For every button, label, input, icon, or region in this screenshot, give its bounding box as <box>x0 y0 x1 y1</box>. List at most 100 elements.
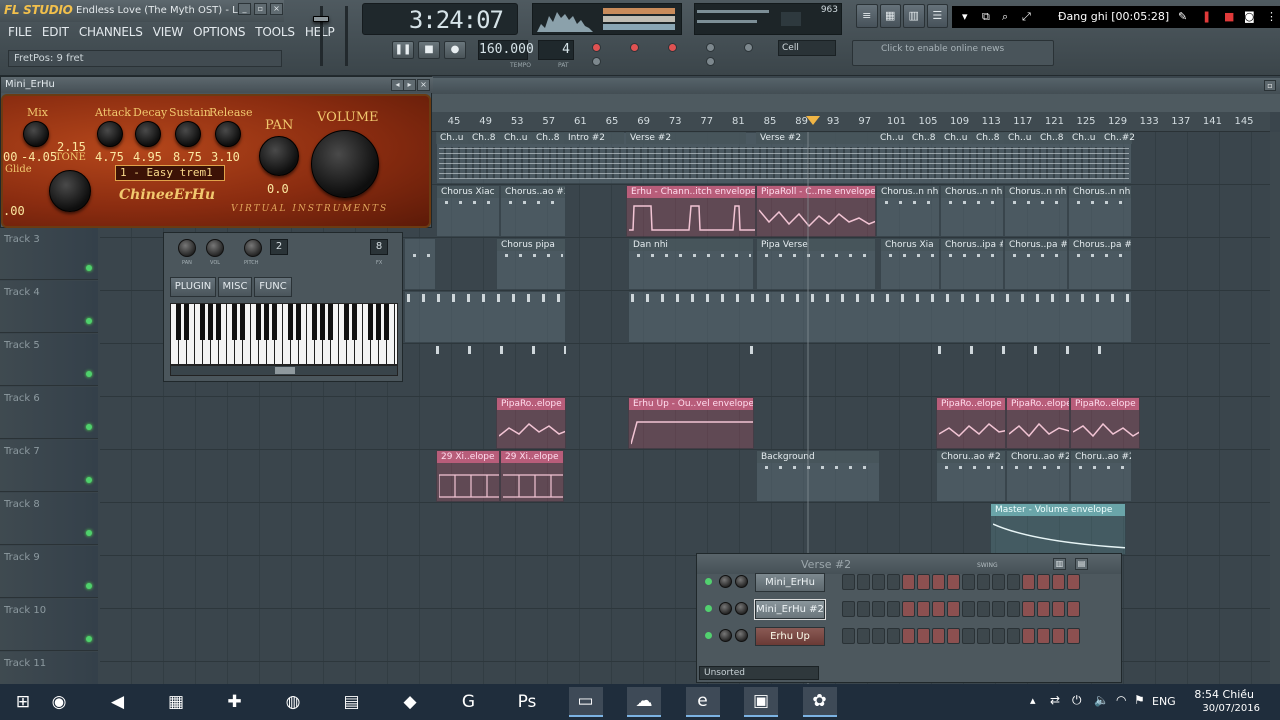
step-button[interactable] <box>1022 601 1035 617</box>
step-button[interactable] <box>977 628 990 644</box>
step-button[interactable] <box>1037 601 1050 617</box>
audio-icon[interactable]: ◀ <box>101 687 135 717</box>
channel-pan-knob[interactable] <box>719 602 732 615</box>
clip-29xi-envelope-2[interactable]: 29 Xi..elope <box>500 450 564 502</box>
photoshop-icon[interactable]: Ps <box>510 687 544 717</box>
black-key[interactable] <box>296 304 301 340</box>
track-mute-led[interactable] <box>86 583 92 589</box>
globe-icon[interactable]: ◍ <box>276 687 310 717</box>
black-key[interactable] <box>184 304 189 340</box>
track-header[interactable]: Track 5 <box>0 334 98 386</box>
step-button[interactable] <box>917 628 930 644</box>
power-icon[interactable]: ⏻ <box>1072 693 1082 708</box>
track-header[interactable]: Track 4 <box>0 281 98 333</box>
step-button[interactable] <box>992 628 1005 644</box>
step-button[interactable] <box>947 628 960 644</box>
track-header[interactable]: Track 6 <box>0 387 98 439</box>
menu-tools[interactable]: TOOLS <box>255 25 295 45</box>
fullscreen-icon[interactable]: ⤢ <box>1022 10 1031 24</box>
black-key[interactable] <box>264 304 269 340</box>
track-mute-led[interactable] <box>86 265 92 271</box>
step-button[interactable] <box>842 574 855 590</box>
clip-piparo-envelope-3[interactable]: PipaRo..elope <box>1006 397 1070 449</box>
online-news[interactable]: Click to enable online news <box>852 40 1054 66</box>
step-button[interactable] <box>932 574 945 590</box>
clip-pipa-verse[interactable]: Pipa Verse <box>756 238 876 290</box>
step-button[interactable] <box>947 601 960 617</box>
step-button[interactable] <box>1067 628 1080 644</box>
volume-knob-small[interactable] <box>206 239 224 257</box>
clip-chorus-ipa-2[interactable]: Chorus..ipa #2 <box>940 238 1004 290</box>
clip-dan-nhi[interactable]: Dan nhi <box>628 238 754 290</box>
camtasia-icon[interactable]: ◆ <box>393 687 427 717</box>
song-position-display[interactable]: 3:24:07 <box>362 3 518 35</box>
graph-editor-icon[interactable]: ▥ <box>1053 558 1066 570</box>
range-field[interactable]: 2 <box>270 239 288 255</box>
snap-select[interactable]: Cell <box>778 40 836 56</box>
language-indicator[interactable]: ENG <box>1152 695 1176 708</box>
step-button[interactable] <box>1052 574 1065 590</box>
clip-piparo-envelope-4[interactable]: PipaRo..elope <box>1070 397 1140 449</box>
channel-pan-knob[interactable] <box>719 629 732 642</box>
black-key[interactable] <box>368 304 373 340</box>
clip-ch-2-end[interactable]: Ch..#2 <box>1100 132 1135 144</box>
channel-vol-knob[interactable] <box>735 629 748 642</box>
step-button[interactable] <box>857 574 870 590</box>
tempo-field[interactable]: 160.000 <box>478 40 534 60</box>
search-icon[interactable]: ⌕ <box>1002 10 1008 24</box>
scroll-thumb[interactable] <box>275 367 295 374</box>
tab-func[interactable]: FUNC <box>254 277 292 297</box>
tab-plugin[interactable]: PLUGIN <box>170 277 216 297</box>
black-key[interactable] <box>216 304 221 340</box>
step-button[interactable] <box>977 574 990 590</box>
clip-perc-c[interactable] <box>936 344 1132 396</box>
metronome-toggle[interactable] <box>744 43 753 52</box>
step-button[interactable] <box>902 601 915 617</box>
black-key[interactable] <box>240 304 245 340</box>
playlist-vertical-scrollbar[interactable] <box>1270 132 1280 684</box>
track-header[interactable]: Track 8 <box>0 493 98 545</box>
volume-knob[interactable] <box>311 130 379 198</box>
channel-pan-knob[interactable] <box>719 575 732 588</box>
clip-small-marker[interactable] <box>872 397 884 449</box>
flash-icon[interactable]: ▦ <box>159 687 193 717</box>
master-pitch-slider[interactable] <box>338 4 354 68</box>
clip-chorus-n-nhi-2[interactable]: Chorus..n nhi <box>940 185 1004 237</box>
clip-29xi-envelope-1[interactable]: 29 Xi..elope <box>436 450 500 502</box>
step-button[interactable] <box>887 628 900 644</box>
step-button[interactable] <box>917 574 930 590</box>
step-button[interactable] <box>932 601 945 617</box>
step-button[interactable] <box>992 574 1005 590</box>
step-button[interactable] <box>1067 574 1080 590</box>
channel-led[interactable] <box>705 605 712 612</box>
channel-led[interactable] <box>705 632 712 639</box>
pause-record-icon[interactable]: ❚ <box>1202 10 1211 23</box>
menu-options[interactable]: OPTIONS <box>193 25 245 45</box>
step-button[interactable] <box>842 628 855 644</box>
step-sequencer-icon[interactable]: ▦ <box>879 4 901 28</box>
typing-keyboard-toggle[interactable] <box>592 57 601 66</box>
fl-studio-icon[interactable]: ✿ <box>802 687 837 717</box>
edge-icon[interactable]: e <box>685 687 720 717</box>
black-key[interactable] <box>208 304 213 340</box>
channel-led[interactable] <box>705 578 712 585</box>
stop-record-icon[interactable]: ■ <box>1224 10 1234 23</box>
browser-icon[interactable]: ☰ <box>926 4 948 28</box>
step-button[interactable] <box>872 574 885 590</box>
step-button[interactable] <box>992 601 1005 617</box>
flag-icon[interactable]: ⚑ <box>1134 693 1145 707</box>
step-button[interactable] <box>1052 628 1065 644</box>
black-key[interactable] <box>328 304 333 340</box>
clip-drums-a[interactable] <box>404 291 566 343</box>
step-button[interactable] <box>1067 601 1080 617</box>
calculator-icon[interactable]: ▤ <box>335 687 369 717</box>
close-button[interactable]: × <box>270 3 283 15</box>
tone-knob[interactable] <box>49 170 91 212</box>
menu-view[interactable]: VIEW <box>153 25 184 45</box>
folder-icon[interactable]: ▭ <box>568 687 603 717</box>
clip-chorus-n-nhi-4[interactable]: Chorus..n nhi <box>1068 185 1132 237</box>
clip-chorus-xia[interactable]: Chorus Xia <box>880 238 940 290</box>
clip-verse-b[interactable]: Verse #2 <box>756 132 876 144</box>
keyboard-editor-icon[interactable]: ▤ <box>1075 558 1088 570</box>
step-button[interactable] <box>962 574 975 590</box>
